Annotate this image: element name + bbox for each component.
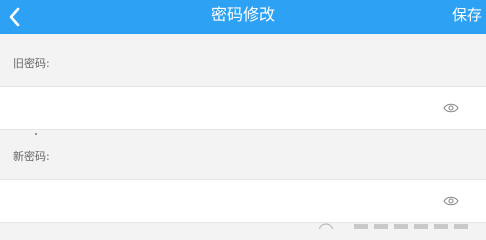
old-password-row [0,86,486,130]
new-password-row [0,179,486,223]
page-title: 密码修改 [210,5,275,24]
top-nav-bar: 密码修改 保存 [0,0,486,34]
watermark-logo [318,223,468,229]
old-password-label: 旧密码: [13,57,50,70]
save-button[interactable]: 保存 [452,0,482,34]
old-password-input[interactable] [12,87,422,129]
eye-icon[interactable] [443,102,459,114]
new-password-label: 新密码: [13,150,50,163]
new-password-input[interactable] [12,180,422,222]
stray-dot [35,133,37,135]
eye-icon[interactable] [443,195,459,207]
